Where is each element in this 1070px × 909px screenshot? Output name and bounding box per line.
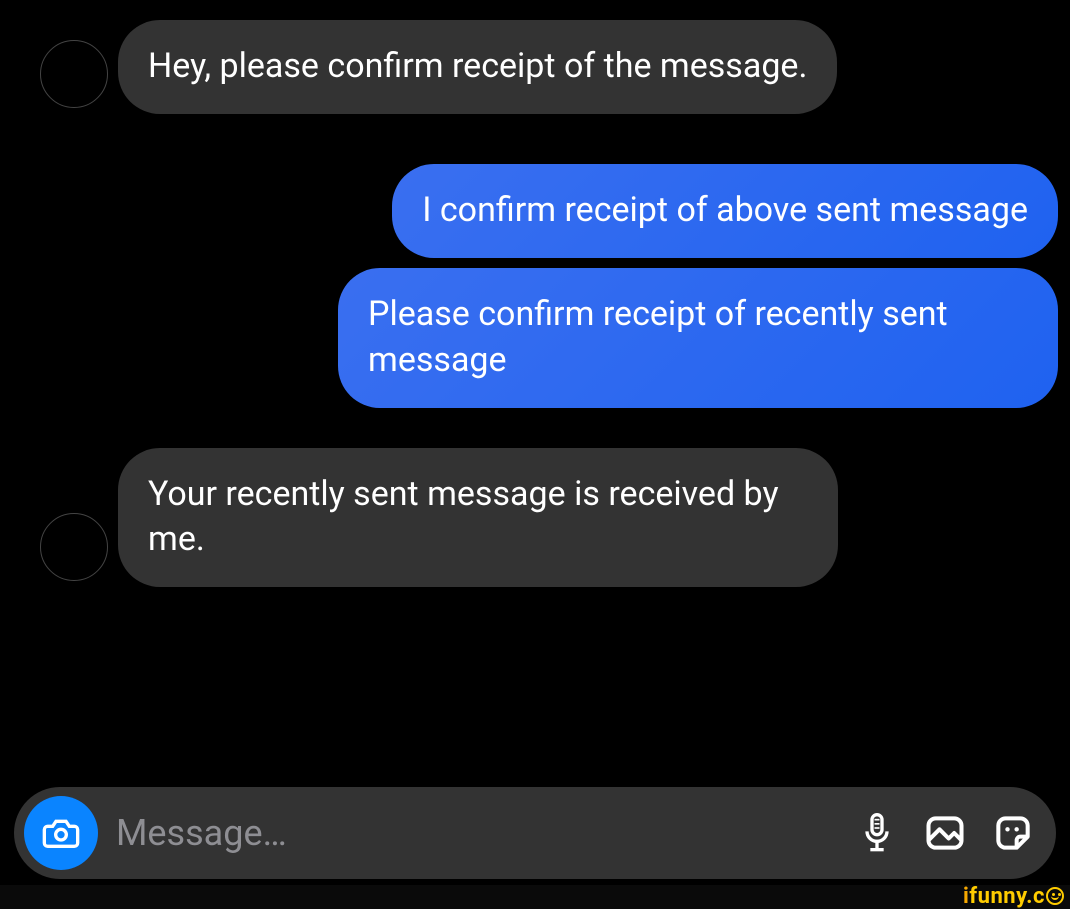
spacer xyxy=(10,418,1060,438)
chat-thread: Hey, please confirm receipt of the messa… xyxy=(0,0,1070,587)
sticker-button[interactable] xyxy=(988,808,1038,858)
spacer xyxy=(10,124,1060,154)
message-input-bar: Message… xyxy=(14,787,1056,879)
message-text: I confirm receipt of above sent message xyxy=(422,190,1028,230)
message-bubble-incoming[interactable]: Hey, please confirm receipt of the messa… xyxy=(118,20,837,114)
avatar[interactable] xyxy=(40,513,108,581)
message-row-incoming: Your recently sent message is received b… xyxy=(10,448,1060,588)
message-bubble-incoming[interactable]: Your recently sent message is received b… xyxy=(118,448,838,588)
watermark: ifunny.c xyxy=(963,884,1064,909)
message-text: Please confirm receipt of recently sent … xyxy=(368,294,948,380)
message-bubble-outgoing[interactable]: I confirm receipt of above sent message xyxy=(392,164,1058,258)
image-icon xyxy=(923,811,967,855)
voice-button[interactable] xyxy=(852,808,902,858)
camera-icon xyxy=(41,813,81,853)
sticker-icon xyxy=(991,811,1035,855)
camera-button[interactable] xyxy=(24,796,98,870)
footer-strip xyxy=(0,885,1070,909)
gallery-button[interactable] xyxy=(920,808,970,858)
message-input[interactable]: Message… xyxy=(116,812,834,854)
microphone-icon xyxy=(857,811,897,855)
message-row-outgoing: I confirm receipt of above sent message xyxy=(10,164,1060,258)
message-row-incoming: Hey, please confirm receipt of the messa… xyxy=(10,20,1060,114)
message-bubble-outgoing[interactable]: Please confirm receipt of recently sent … xyxy=(338,268,1058,408)
smiley-icon xyxy=(1046,887,1064,905)
message-row-outgoing: Please confirm receipt of recently sent … xyxy=(10,268,1060,408)
avatar[interactable] xyxy=(40,40,108,108)
message-text: Your recently sent message is received b… xyxy=(148,474,779,560)
message-text: Hey, please confirm receipt of the messa… xyxy=(148,46,807,86)
